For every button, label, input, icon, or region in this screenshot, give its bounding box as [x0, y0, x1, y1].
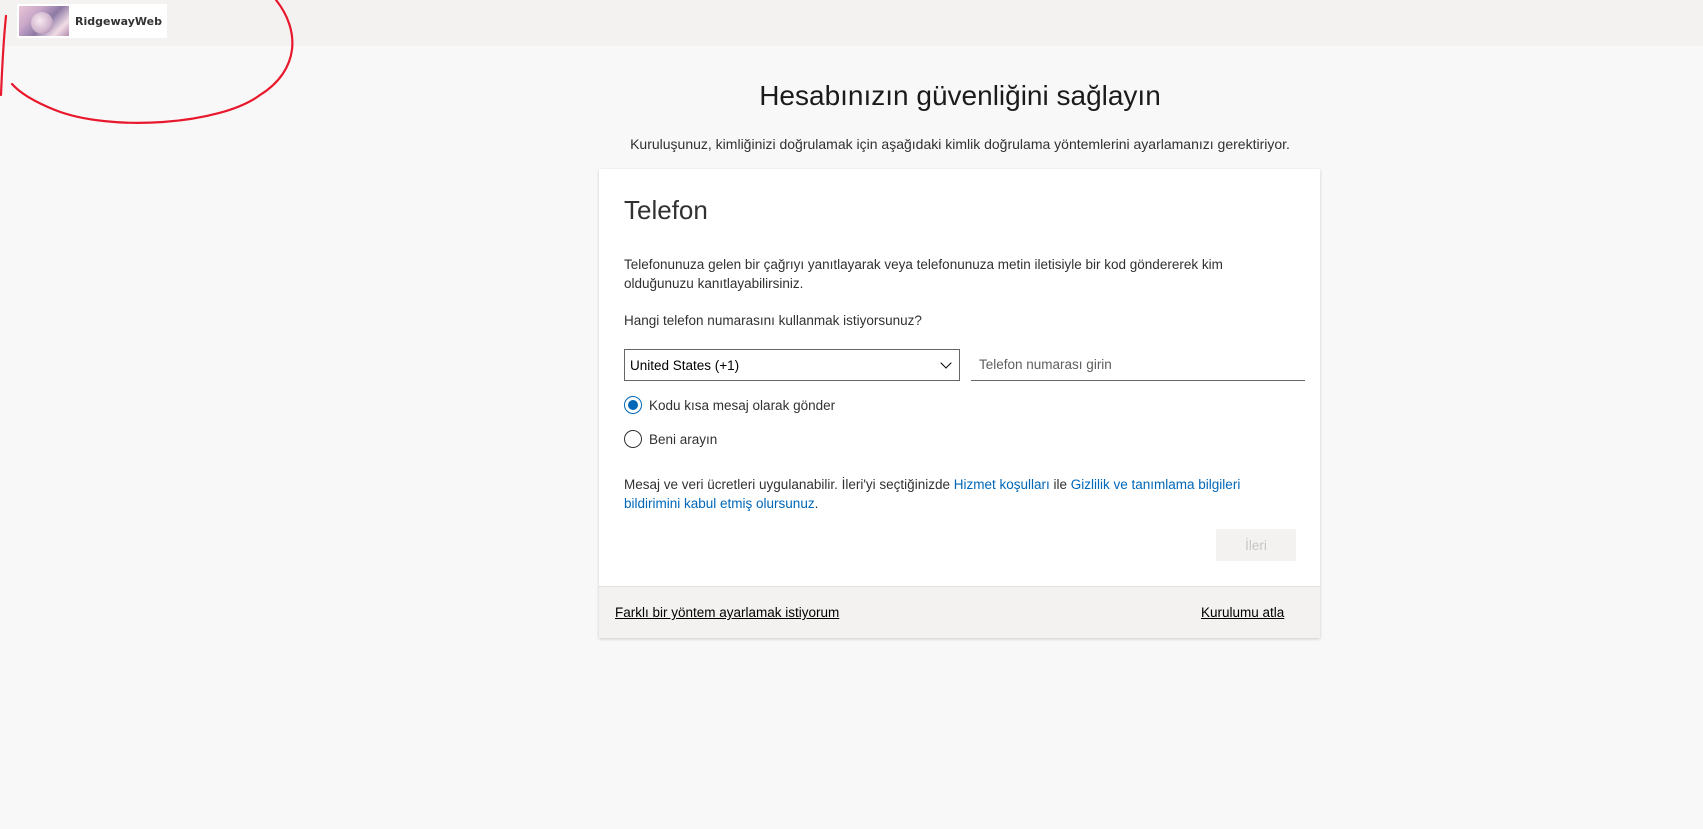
radio-option-call-me[interactable]: Beni arayın [624, 430, 717, 448]
top-bar: RidgewayWeb [0, 0, 1703, 46]
auth-method-card: Telefon Telefonunuza gelen bir çağrıyı y… [599, 169, 1320, 638]
terms-prefix: Mesaj ve veri ücretleri uygulanabilir. İ… [624, 477, 954, 492]
radio-label-text-code: Kodu kısa mesaj olarak gönder [649, 397, 836, 413]
country-select-value: United States (+1) [630, 357, 740, 373]
radio-button-unselected[interactable] [624, 430, 642, 448]
different-method-link[interactable]: Farklı bir yöntem ayarlamak istiyorum [615, 605, 839, 620]
skip-setup-link[interactable]: Kurulumu atla [1201, 605, 1284, 620]
country-code-select[interactable]: United States (+1) [624, 349, 960, 381]
phone-question: Hangi telefon numarasını kullanmak istiy… [624, 313, 922, 328]
terms-suffix: . [814, 496, 819, 511]
terms-middle: ile [1049, 477, 1071, 492]
terms-text: Mesaj ve veri ücretleri uygulanabilir. İ… [624, 475, 1284, 513]
card-title: Telefon [624, 195, 708, 225]
terms-of-service-link[interactable]: Hizmet koşulları [954, 477, 1050, 492]
logo-image [19, 6, 69, 36]
radio-button-selected[interactable] [624, 396, 642, 414]
card-footer: Farklı bir yöntem ayarlamak istiyorum Ku… [599, 586, 1320, 638]
page-title: Hesabınızın güvenliğini sağlayın [759, 80, 1161, 111]
phone-number-input[interactable] [971, 349, 1305, 381]
chevron-down-icon [940, 357, 952, 369]
next-button[interactable]: İleri [1216, 529, 1296, 561]
logo-text: RidgewayWeb [75, 14, 162, 28]
page-subtitle: Kuruluşunuz, kimliğinizi doğrulamak için… [630, 136, 1290, 152]
company-logo: RidgewayWeb [17, 4, 167, 38]
radio-option-text-code[interactable]: Kodu kısa mesaj olarak gönder [624, 396, 835, 414]
card-description: Telefonunuza gelen bir çağrıyı yanıtlaya… [624, 257, 1223, 291]
radio-label-call-me: Beni arayın [649, 431, 718, 447]
